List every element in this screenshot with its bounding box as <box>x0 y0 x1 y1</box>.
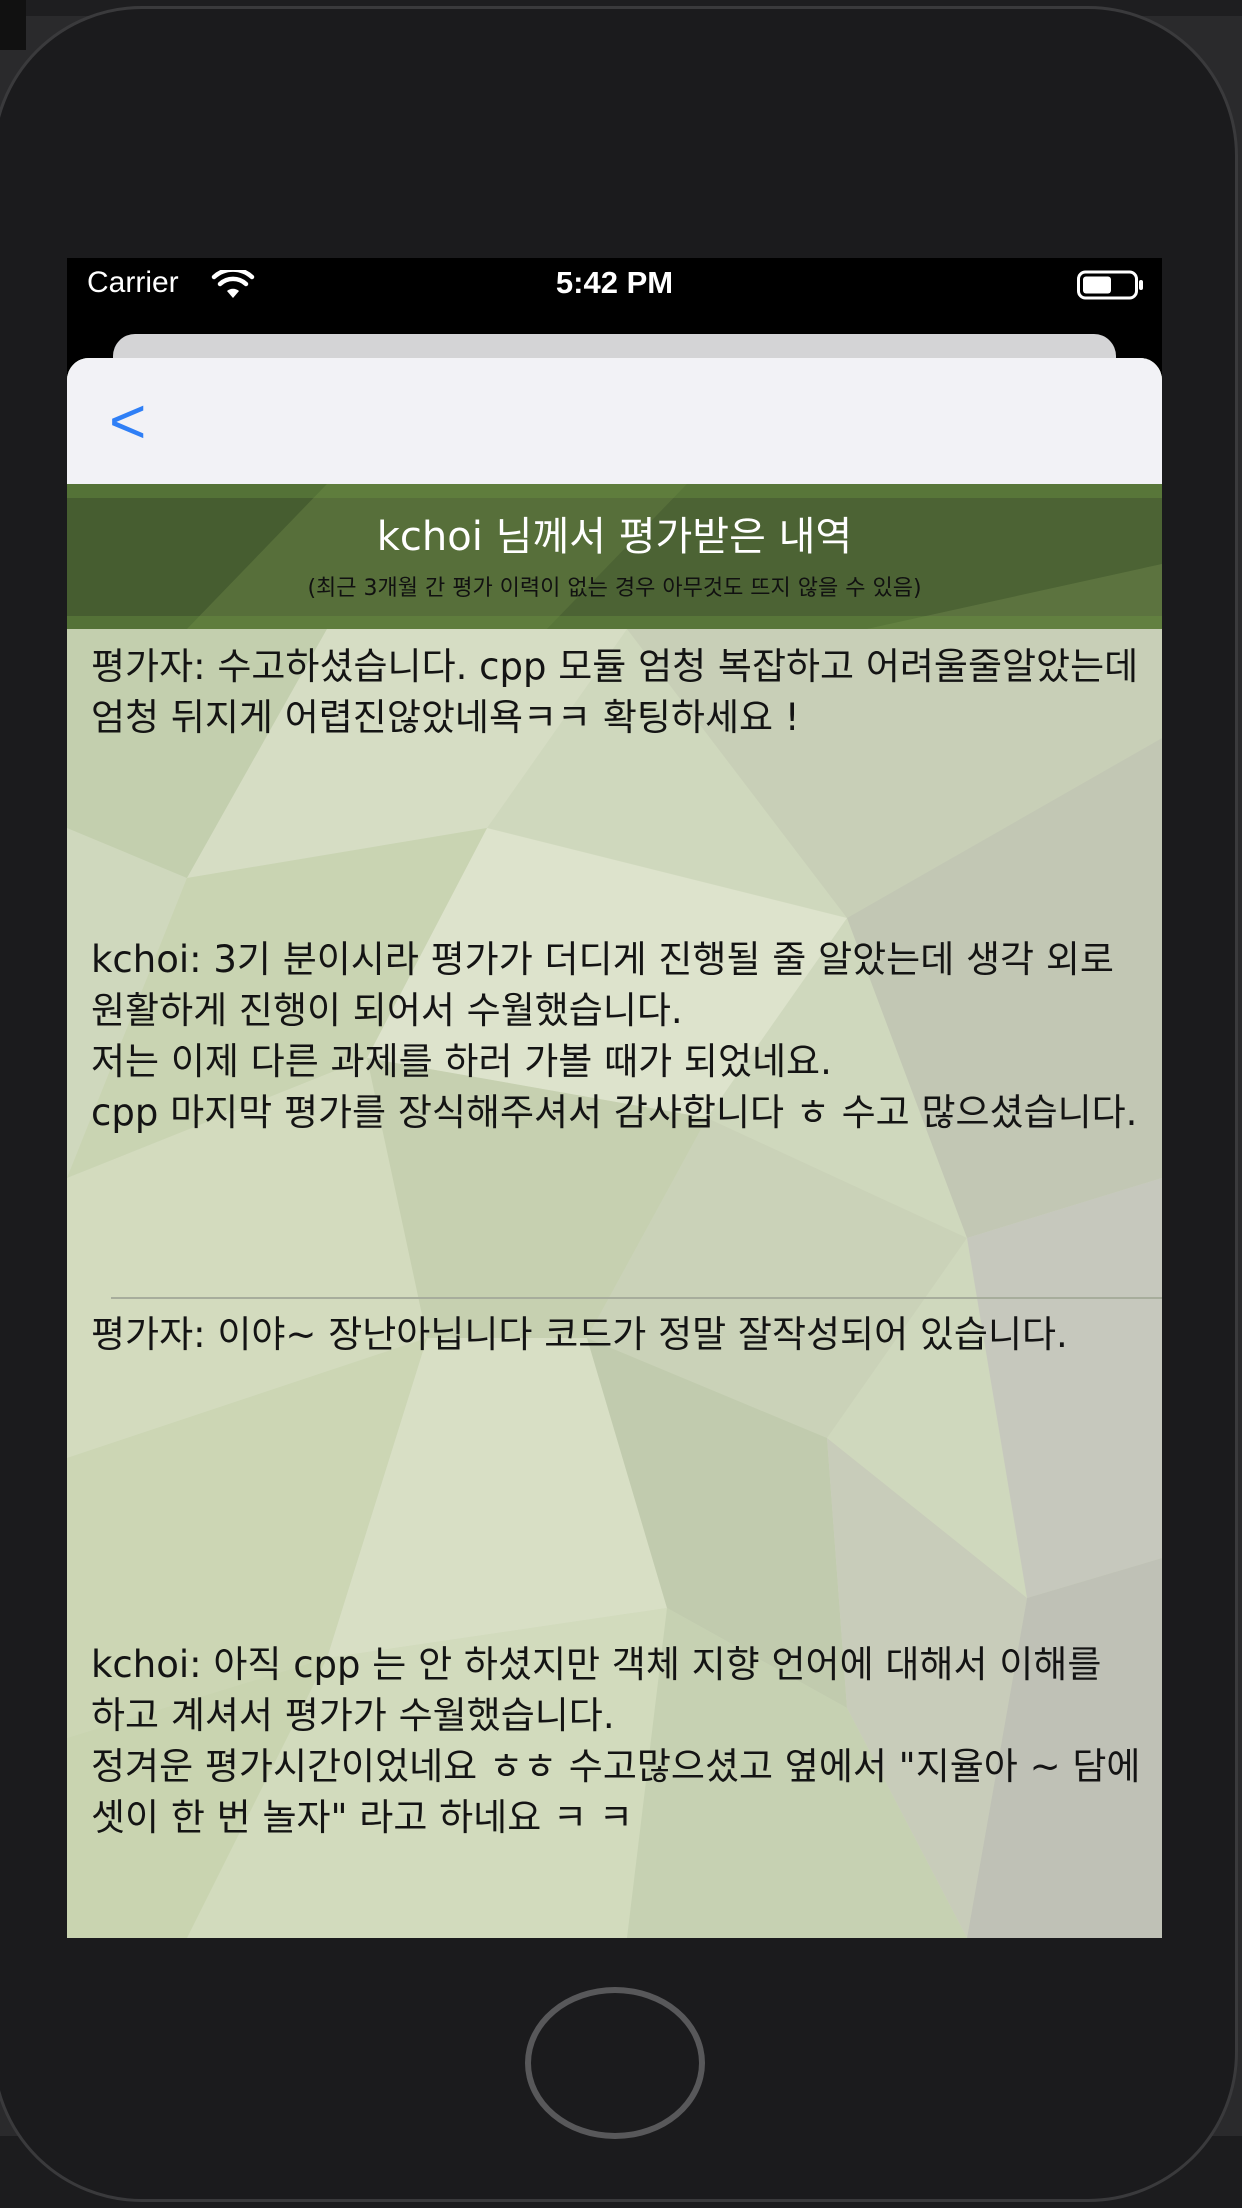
host-window-edge <box>0 0 26 50</box>
page-title: kchoi 님께서 평가받은 내역 <box>376 514 853 560</box>
status-time: 5:42 PM <box>555 265 674 300</box>
evaluation-list[interactable]: 평가자: 수고하셨습니다. cpp 모듈 엄청 복잡하고 어려울줄알았는데 엄청… <box>67 629 1162 1938</box>
evaluatee-comment: kchoi: 3기 분이시라 평가가 더디게 진행될 줄 알았는데 생각 외로 … <box>91 938 1138 1134</box>
home-button[interactable] <box>525 1987 705 2139</box>
header-banner: kchoi 님께서 평가받은 내역 (최근 3개월 간 평가 이력이 없는 경우… <box>67 484 1162 629</box>
page-subtitle: (최근 3개월 간 평가 이력이 없는 경우 아무것도 뜨지 않을 수 있음) <box>307 576 922 601</box>
navigation-bar: < <box>67 358 1162 484</box>
modal-sheet: < kchoi 님께서 평가받은 내역 (최근 3개월 간 평가 이력이 없는 … <box>67 358 1162 1938</box>
status-bar: Carrier 5:42 PM <box>67 258 1162 318</box>
battery-icon <box>1077 270 1143 300</box>
phone-screen: Carrier 5:42 PM < kchoi 님께서 평가받은 내역 (최근 … <box>67 258 1162 1938</box>
evaluatee-comment: kchoi: 아직 cpp 는 안 하셨지만 객체 지향 언어에 대해서 이해를… <box>91 1643 1141 1839</box>
list-divider <box>111 1297 1162 1299</box>
back-button[interactable]: < <box>109 386 169 456</box>
evaluator-comment: 평가자: 이야~ 장난아닙니다 코드가 정말 잘작성되어 있습니다. <box>91 1313 1068 1356</box>
evaluator-comment: 평가자: 수고하셨습니다. cpp 모듈 엄청 복잡하고 어려울줄알았는데 엄청… <box>91 645 1139 739</box>
